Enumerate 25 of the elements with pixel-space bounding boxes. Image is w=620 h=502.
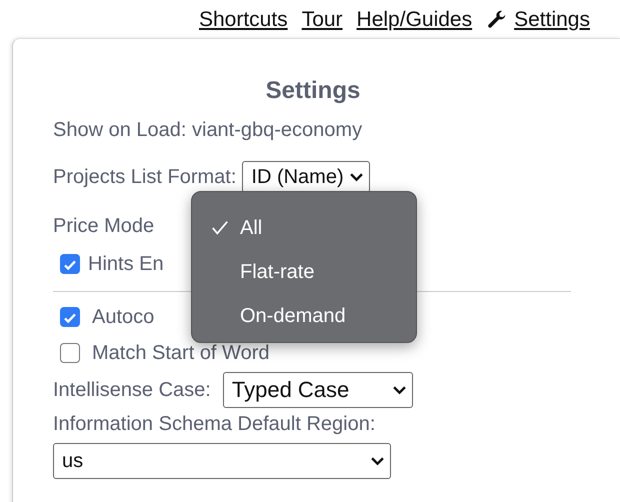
show-on-load-text: Show on Load: viant-gbq-economy bbox=[53, 118, 362, 142]
panel-title: Settings bbox=[264, 77, 362, 105]
chevron-down-icon bbox=[392, 386, 406, 394]
nav-link[interactable]: Tour bbox=[302, 8, 343, 32]
field-label: Information Schema Default Region: bbox=[53, 412, 376, 436]
projects-format-select[interactable]: ID (Name) bbox=[242, 161, 370, 193]
menu-item[interactable]: Flat-rate bbox=[240, 260, 314, 284]
intellisense-case-select[interactable]: Typed Case bbox=[222, 372, 413, 408]
menu-item[interactable]: On-demand bbox=[240, 304, 346, 328]
field-label: Intellisense Case: bbox=[53, 378, 211, 402]
nav-link[interactable]: Shortcuts bbox=[198, 8, 288, 32]
checkbox-label: Autoco bbox=[92, 306, 154, 328]
checkbox[interactable] bbox=[60, 307, 80, 327]
checkbox-label: Match Start of Word bbox=[92, 342, 270, 364]
field-label: Projects List Format: bbox=[53, 166, 236, 188]
checkbox[interactable] bbox=[60, 343, 80, 363]
settings-link[interactable]: Settings bbox=[514, 8, 590, 32]
checkbox[interactable] bbox=[60, 254, 80, 274]
checkbox-label: Hints En bbox=[88, 252, 164, 276]
nav-link[interactable]: Help/Guides bbox=[356, 8, 472, 32]
chevron-down-icon bbox=[371, 456, 384, 466]
menu-item[interactable]: All bbox=[240, 216, 262, 240]
chevron-down-icon bbox=[350, 172, 363, 182]
region-select[interactable]: us bbox=[53, 443, 391, 479]
field-label: Price Mode bbox=[53, 214, 154, 238]
